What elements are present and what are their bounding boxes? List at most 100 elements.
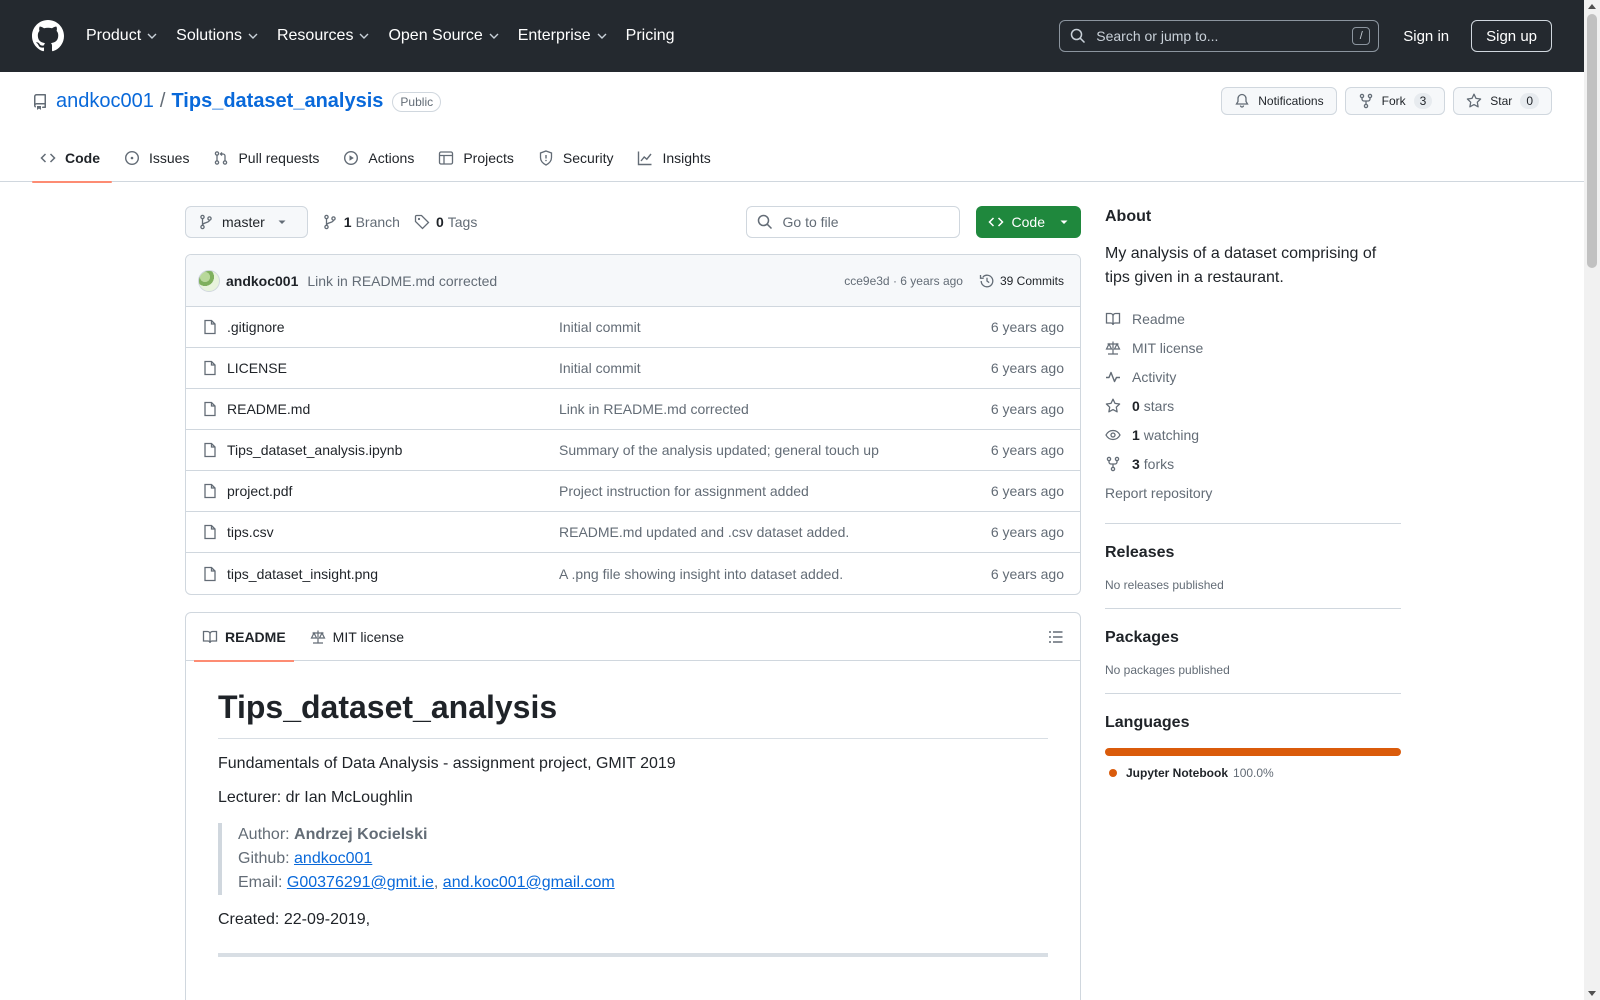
tag-icon	[414, 214, 430, 230]
file-name-link[interactable]: .gitignore	[227, 319, 559, 335]
tab-readme[interactable]: README	[194, 613, 294, 662]
tab-security-label: Security	[562, 150, 614, 166]
notifications-label: Notifications	[1258, 94, 1324, 108]
nav-open-source[interactable]: Open Source	[388, 27, 499, 45]
branches-link[interactable]: 1 Branch	[322, 214, 400, 230]
email-link-1[interactable]: G00376291@gmit.ie	[287, 874, 434, 891]
repo-owner-link[interactable]: andkoc001	[56, 90, 154, 113]
tab-actions[interactable]: Actions	[335, 134, 426, 182]
tags-link[interactable]: 0 Tags	[414, 214, 477, 230]
pull-request-icon	[215, 151, 228, 165]
scrollbar-thumb[interactable]	[1587, 14, 1597, 268]
tab-code[interactable]: Code	[32, 134, 112, 183]
readme-link[interactable]: Readme	[1105, 304, 1401, 333]
activity-link[interactable]: Activity	[1105, 362, 1401, 391]
file-commit-link[interactable]: Initial commit	[559, 319, 991, 335]
commit-author-link[interactable]: andkoc001	[226, 273, 298, 289]
file-commit-link[interactable]: A .png file showing insight into dataset…	[559, 566, 991, 582]
file-toolbar: master 1 Branch 0 Tags Go to file Code	[185, 206, 1081, 238]
file-commit-link[interactable]: Link in README.md corrected	[559, 401, 991, 417]
branch-count: 1	[343, 214, 352, 230]
tag-count: 0	[435, 214, 444, 230]
file-name-link[interactable]: tips.csv	[227, 524, 559, 540]
stars-label: stars	[1143, 397, 1175, 414]
file-age: 6 years ago	[990, 319, 1064, 335]
search-shortcut-key: /	[1352, 27, 1371, 45]
commit-hash-time[interactable]: cce9e3d · 6 years ago	[844, 274, 963, 288]
repo-name-link[interactable]: Tips_dataset_analysis	[171, 90, 383, 113]
forks-link[interactable]: 3 forks	[1105, 449, 1401, 478]
report-repository-link[interactable]: Report repository	[1105, 478, 1401, 507]
releases-heading[interactable]: Releases	[1105, 544, 1401, 562]
nav-enterprise[interactable]: Enterprise	[518, 27, 608, 45]
file-name-link[interactable]: tips_dataset_insight.png	[227, 566, 559, 582]
file-commit-link[interactable]: Initial commit	[559, 360, 991, 376]
nav-pricing[interactable]: Pricing	[626, 27, 675, 45]
star-button[interactable]: Star 0	[1453, 87, 1552, 115]
file-row[interactable]: Tips_dataset_analysis.ipynb Summary of t…	[186, 430, 1080, 471]
list-unordered-icon[interactable]	[1048, 629, 1064, 645]
branch-select-button[interactable]: master	[185, 206, 308, 238]
tag-count-label: Tags	[447, 214, 478, 230]
tab-pull-requests-label: Pull requests	[238, 150, 320, 166]
file-row[interactable]: project.pdf Project instruction for assi…	[186, 471, 1080, 512]
global-search-input[interactable]: Search or jump to... /	[1059, 20, 1380, 52]
file-commit-link[interactable]: Project instruction for assignment added	[559, 483, 991, 499]
law-icon	[310, 630, 326, 644]
packages-heading[interactable]: Packages	[1105, 629, 1401, 647]
chevron-down-icon	[147, 33, 157, 39]
scroll-up-arrow-icon[interactable]	[1588, 4, 1596, 9]
sidebar-divider	[1105, 608, 1401, 609]
repo-title-separator: /	[159, 90, 166, 112]
readme-tabs: README MIT license	[186, 613, 1080, 662]
email-label: Email:	[238, 874, 287, 891]
file-row[interactable]: tips.csv README.md updated and .csv data…	[186, 512, 1080, 553]
file-row[interactable]: tips_dataset_insight.png A .png file sho…	[186, 553, 1080, 594]
language-bar	[1105, 748, 1401, 756]
commits-history-link[interactable]: 39 Commits	[979, 273, 1064, 289]
watchers-link[interactable]: 1 watching	[1105, 420, 1401, 449]
tab-code-label: Code	[65, 150, 100, 166]
sign-up-button[interactable]: Sign up	[1471, 20, 1552, 52]
file-name-link[interactable]: LICENSE	[227, 360, 559, 376]
nav-solutions[interactable]: Solutions	[176, 27, 259, 45]
tab-security[interactable]: Security	[530, 134, 626, 182]
scroll-down-arrow-icon[interactable]	[1588, 991, 1596, 996]
play-circle-icon	[344, 150, 359, 166]
file-age: 6 years ago	[990, 442, 1064, 458]
notifications-button[interactable]: Notifications	[1221, 87, 1337, 115]
tab-license[interactable]: MIT license	[302, 613, 412, 661]
tab-issues[interactable]: Issues	[116, 134, 201, 182]
history-icon	[979, 274, 994, 287]
nav-product[interactable]: Product	[86, 27, 158, 45]
tab-insights[interactable]: Insights	[629, 134, 722, 182]
tab-projects[interactable]: Projects	[430, 134, 526, 182]
file-commit-link[interactable]: README.md updated and .csv dataset added…	[559, 524, 991, 540]
repo-actions: Notifications Fork 3 Star 0	[1221, 87, 1552, 115]
file-name-link[interactable]: Tips_dataset_analysis.ipynb	[227, 442, 559, 458]
code-dropdown-button[interactable]: Code	[975, 206, 1081, 238]
github-logo-icon[interactable]	[32, 20, 64, 52]
file-row[interactable]: LICENSE Initial commit 6 years ago	[186, 348, 1080, 389]
fork-button[interactable]: Fork 3	[1344, 87, 1446, 115]
nav-resources[interactable]: Resources	[277, 27, 370, 45]
sign-in-link[interactable]: Sign in	[1403, 28, 1449, 45]
file-row[interactable]: .gitignore Initial commit 6 years ago	[186, 307, 1080, 348]
file-name-link[interactable]: README.md	[227, 401, 559, 417]
file-name-link[interactable]: project.pdf	[227, 483, 559, 499]
email-link-2[interactable]: and.koc001@gmail.com	[443, 874, 615, 891]
github-profile-link[interactable]: andkoc001	[294, 850, 372, 867]
go-to-file-input[interactable]: Go to file	[745, 206, 960, 238]
file-commit-link[interactable]: Summary of the analysis updated; general…	[559, 442, 991, 458]
file-browser: andkoc001 Link in README.md corrected cc…	[185, 254, 1081, 595]
file-row[interactable]: README.md Link in README.md corrected 6 …	[186, 389, 1080, 430]
repo-title: andkoc001 / Tips_dataset_analysis Public	[32, 90, 442, 113]
license-link[interactable]: MIT license	[1105, 333, 1401, 362]
avatar[interactable]	[198, 269, 220, 292]
stars-link[interactable]: 0 stars	[1105, 391, 1401, 420]
commit-message-link[interactable]: Link in README.md corrected	[307, 273, 497, 289]
tab-pull-requests[interactable]: Pull requests	[205, 134, 331, 182]
language-item[interactable]: Jupyter Notebook 100.0%	[1105, 766, 1401, 780]
file-icon	[204, 442, 216, 458]
page-scrollbar[interactable]	[1584, 0, 1600, 1000]
